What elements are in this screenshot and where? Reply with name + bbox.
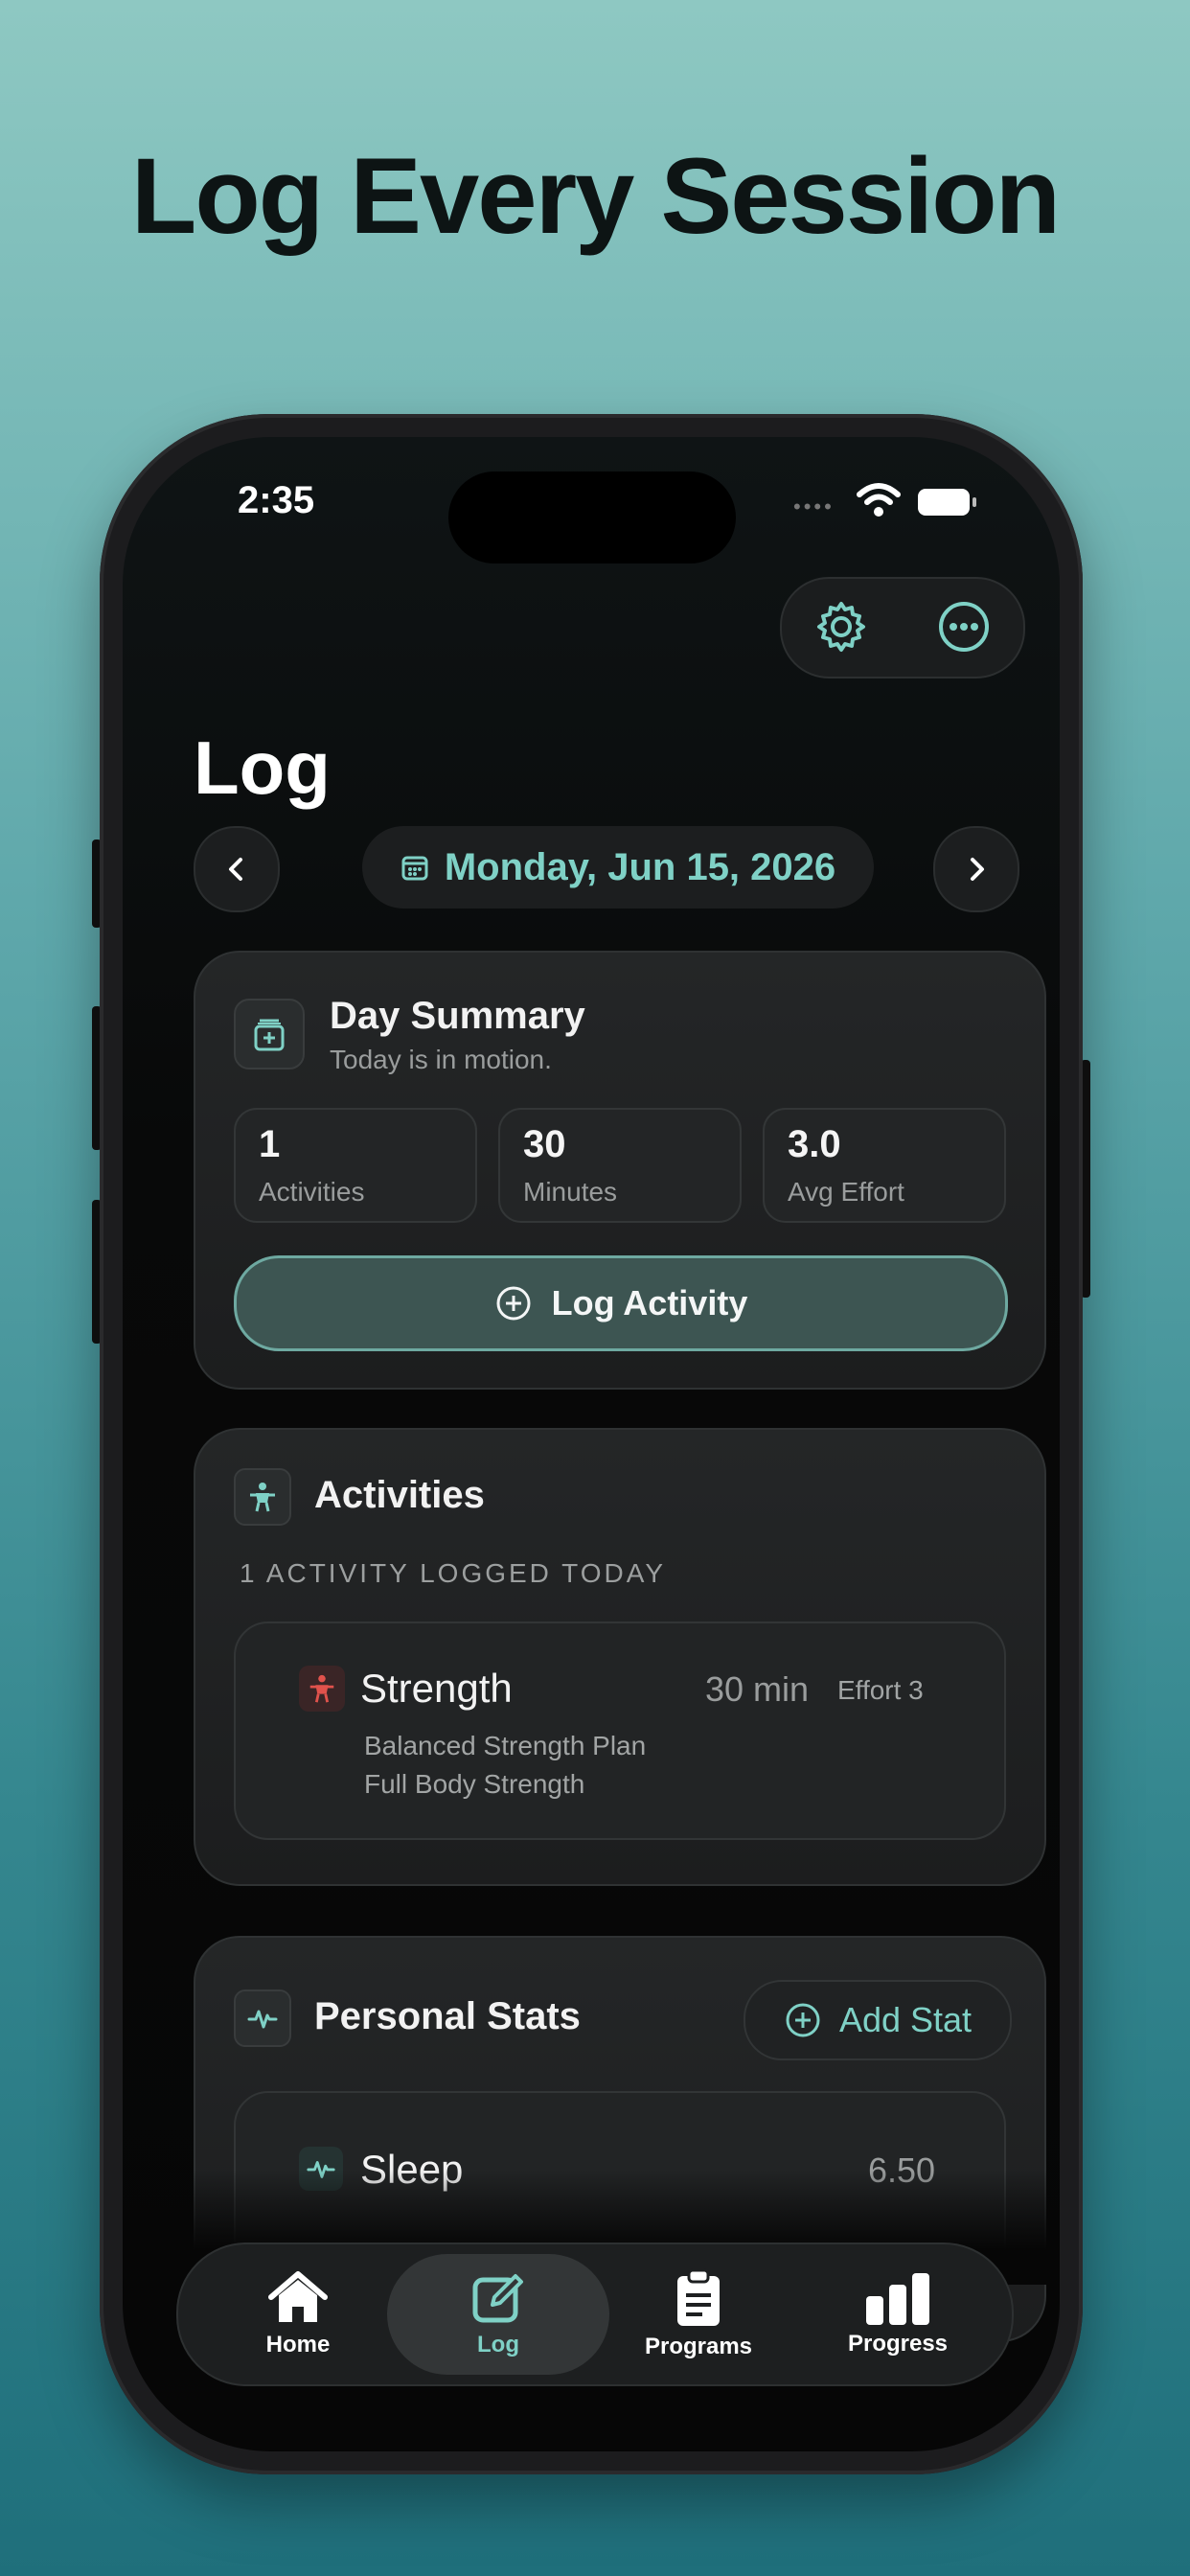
- pulse-icon: [247, 2010, 278, 2029]
- plus-circle-icon: [496, 1286, 531, 1321]
- bar-chart-icon: [866, 2273, 929, 2325]
- day-summary-title: Day Summary: [330, 995, 585, 1037]
- tab-programs[interactable]: Programs: [598, 2254, 799, 2375]
- tab-log[interactable]: Log: [387, 2254, 609, 2375]
- activities-count: 1 ACTIVITY LOGGED TODAY: [240, 1558, 667, 1588]
- activity-name: Strength: [360, 1666, 513, 1711]
- status-time: 2:35: [238, 479, 315, 521]
- current-date: Monday, Jun 15, 2026: [444, 845, 836, 888]
- gear-icon: [817, 602, 865, 652]
- pencil-square-icon: [472, 2274, 523, 2323]
- strength-figure-icon: [309, 1674, 334, 1703]
- day-summary-card: Day Summary Today is in motion. 1 Activi…: [194, 951, 1046, 1390]
- personal-stats-title: Personal Stats: [314, 1995, 581, 2037]
- chevron-right-icon: [971, 858, 984, 881]
- previous-day-button[interactable]: [194, 826, 280, 912]
- activity-duration: 30 min: [705, 1669, 810, 1709]
- date-picker-button[interactable]: Monday, Jun 15, 2026: [362, 826, 874, 908]
- battery-icon: [918, 489, 976, 516]
- log-activity-label: Log Activity: [551, 1283, 748, 1322]
- house-icon: [268, 2271, 328, 2322]
- activities-card: Activities 1 ACTIVITY LOGGED TODAY Stren…: [194, 1428, 1046, 1886]
- activity-plan: Balanced Strength Plan: [364, 1731, 647, 1760]
- add-stat-button[interactable]: Add Stat: [744, 1980, 1012, 2060]
- plus-circle-icon: [786, 2003, 820, 2037]
- stat-label: Minutes: [523, 1177, 618, 1207]
- activities-icon-box: [234, 1468, 291, 1526]
- activity-entry-strength[interactable]: Strength 30 min Effort 3 Balanced Streng…: [234, 1622, 1006, 1840]
- tab-log-label: Log: [477, 2332, 519, 2358]
- clipboard-icon: [677, 2268, 720, 2326]
- day-summary-subtitle: Today is in motion.: [330, 1045, 552, 1074]
- stat-label: Avg Effort: [788, 1177, 904, 1207]
- chevron-left-icon: [229, 858, 242, 881]
- stat-activities: 1 Activities: [234, 1108, 477, 1223]
- stat-value: 3.0: [788, 1123, 841, 1165]
- stat-value: 1: [259, 1123, 281, 1165]
- activity-workout: Full Body Strength: [364, 1769, 585, 1799]
- stat-avg-effort: 3.0 Avg Effort: [763, 1108, 1006, 1223]
- settings-button[interactable]: [807, 592, 876, 661]
- dynamic-island: [448, 472, 736, 564]
- phone-screen: 2:35 •••• Log Monday, Jun 15, 2026 Day S…: [123, 437, 1060, 2451]
- personal-stats-icon-box: [234, 1990, 291, 2047]
- stat-value: 30: [523, 1123, 566, 1165]
- more-button[interactable]: [929, 592, 998, 661]
- stat-label: Activities: [259, 1177, 365, 1207]
- stat-minutes: 30 Minutes: [498, 1108, 742, 1223]
- tab-programs-label: Programs: [644, 2334, 753, 2359]
- promo-headline: Log Every Session: [130, 136, 1061, 256]
- page-title: Log: [194, 725, 331, 810]
- summary-icon-box: [234, 999, 305, 1070]
- calendar-icon: [401, 856, 428, 881]
- ellipsis-circle-icon: [939, 602, 989, 652]
- tab-progress[interactable]: Progress: [797, 2254, 998, 2375]
- header-actions: [780, 577, 1025, 678]
- tab-home-label: Home: [265, 2332, 331, 2358]
- tab-bar: Home Log Programs Progress: [176, 2242, 1014, 2386]
- next-day-button[interactable]: [933, 826, 1019, 912]
- add-stat-label: Add Stat: [838, 2000, 973, 2039]
- activity-icon-box: [299, 1666, 345, 1712]
- wifi-icon: [857, 483, 901, 517]
- activities-title: Activities: [314, 1474, 485, 1516]
- phone-frame: 2:35 •••• Log Monday, Jun 15, 2026 Day S…: [100, 414, 1083, 2474]
- log-activity-button[interactable]: Log Activity: [234, 1255, 1008, 1351]
- cellular-icon: ••••: [793, 494, 835, 518]
- calendar-plus-icon: [254, 1019, 285, 1051]
- strength-figure-icon: [250, 1483, 275, 1512]
- tab-progress-label: Progress: [847, 2331, 949, 2357]
- activity-effort: Effort 3: [837, 1675, 924, 1705]
- tab-home[interactable]: Home: [197, 2254, 399, 2375]
